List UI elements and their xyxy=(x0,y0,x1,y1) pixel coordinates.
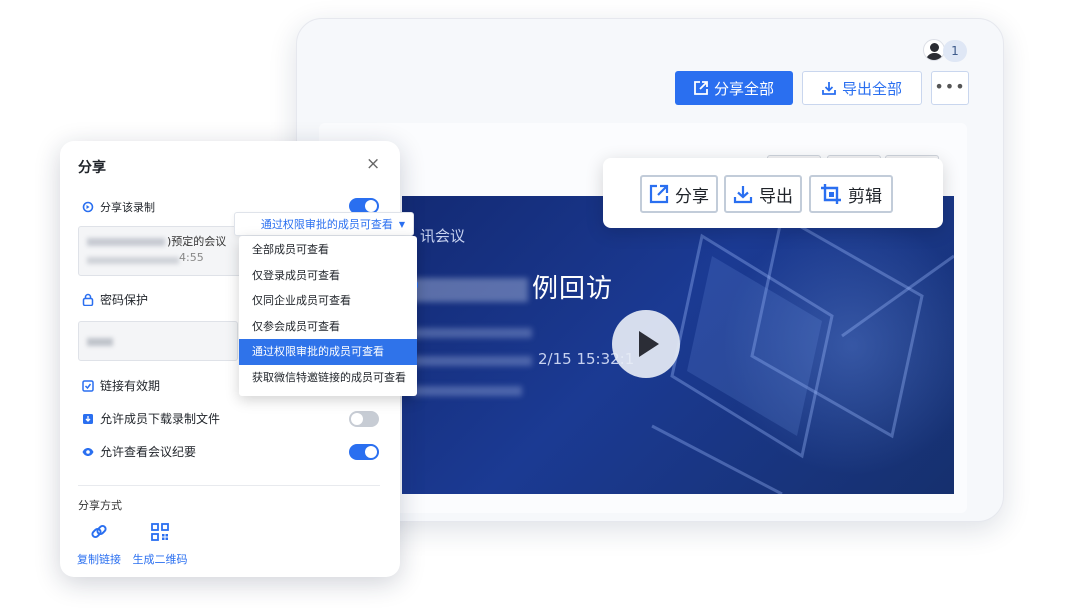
crop-icon xyxy=(821,184,841,204)
qr-code-icon xyxy=(151,523,169,541)
permission-selected-value: 通过权限审批的成员可查看 xyxy=(260,218,393,231)
share-button[interactable]: 分享 xyxy=(640,175,718,213)
download-icon xyxy=(822,82,836,95)
allow-summary-label: 允许查看会议纪要 xyxy=(100,445,197,459)
divider xyxy=(78,485,380,486)
dialog-title: 分享 xyxy=(78,160,106,176)
close-icon[interactable]: × xyxy=(366,154,380,174)
play-button[interactable] xyxy=(612,310,680,378)
video-meeting-label: 讯会议 xyxy=(420,227,466,245)
share-all-label: 分享全部 xyxy=(713,79,774,98)
video-preview[interactable]: 讯会议 例回访 2/15 15:32:1 xyxy=(402,196,954,494)
meeting-info-box: )预定的会议 4:55 xyxy=(78,226,248,276)
lock-icon xyxy=(82,293,94,306)
share-icon xyxy=(694,81,708,95)
export-button[interactable]: 导出 xyxy=(724,175,802,213)
permission-option[interactable]: 全部成员可查看 xyxy=(239,237,417,263)
allow-download-row: 允许成员下载录制文件 xyxy=(82,410,220,427)
caret-down-icon: ▼ xyxy=(398,219,405,229)
link-icon xyxy=(91,524,107,539)
video-title-text: 例回访 xyxy=(532,274,614,304)
permission-select[interactable]: 通过权限审批的成员可查看 ▼ xyxy=(234,212,414,236)
allow-summary-toggle[interactable] xyxy=(349,444,379,460)
export-label: 导出 xyxy=(759,186,793,207)
permission-option[interactable]: 仅参会成员可查看 xyxy=(239,314,417,340)
eye-icon xyxy=(82,447,94,456)
export-all-label: 导出全部 xyxy=(841,79,902,98)
password-field[interactable] xyxy=(78,321,238,361)
link-validity-row: 链接有效期 xyxy=(82,377,160,394)
download-icon xyxy=(733,186,753,204)
share-recording-row: 分享该录制 xyxy=(82,199,155,215)
link-validity-label: 链接有效期 xyxy=(100,379,161,393)
meeting-name: )预定的会议 xyxy=(167,235,227,248)
share-label: 分享 xyxy=(675,186,709,207)
refresh-icon xyxy=(82,201,94,213)
participant-count-badge: 1 xyxy=(943,40,967,62)
permission-option-selected[interactable]: 通过权限审批的成员可查看 xyxy=(239,339,417,365)
share-all-button[interactable]: 分享全部 xyxy=(675,71,793,105)
copy-link-button[interactable]: 复制链接 xyxy=(69,521,129,567)
user-avatar[interactable] xyxy=(923,39,945,61)
qr-code-button[interactable]: 生成二维码 xyxy=(130,521,190,567)
permission-option[interactable]: 获取微信特邀链接的成员可查看 xyxy=(239,365,417,391)
allow-download-toggle[interactable] xyxy=(349,411,379,427)
video-action-toolbar: 分享 导出 剪辑 xyxy=(603,158,943,228)
share-icon xyxy=(649,184,669,204)
allow-summary-row: 允许查看会议纪要 xyxy=(82,443,196,460)
qr-code-label: 生成二维码 xyxy=(132,553,188,566)
allow-download-label: 允许成员下载录制文件 xyxy=(100,412,221,426)
permission-option[interactable]: 仅同企业成员可查看 xyxy=(239,288,417,314)
clip-label: 剪辑 xyxy=(848,186,882,207)
permission-dropdown-menu: 全部成员可查看 仅登录成员可查看 仅同企业成员可查看 仅参会成员可查看 通过权限… xyxy=(239,236,417,396)
permission-option[interactable]: 仅登录成员可查看 xyxy=(239,263,417,289)
download-file-icon xyxy=(83,413,93,424)
copy-link-label: 复制链接 xyxy=(77,553,121,566)
checkbox-icon[interactable] xyxy=(82,379,94,392)
password-row: 密码保护 xyxy=(82,291,148,308)
password-label: 密码保护 xyxy=(100,293,149,307)
clip-button[interactable]: 剪辑 xyxy=(809,175,893,213)
video-title: 例回访 xyxy=(410,268,613,305)
more-button[interactable]: ••• xyxy=(931,71,969,105)
meeting-time: 4:55 xyxy=(179,251,204,264)
share-method-heading: 分享方式 xyxy=(78,499,122,512)
export-all-button[interactable]: 导出全部 xyxy=(802,71,922,105)
share-recording-label: 分享该录制 xyxy=(100,201,155,214)
